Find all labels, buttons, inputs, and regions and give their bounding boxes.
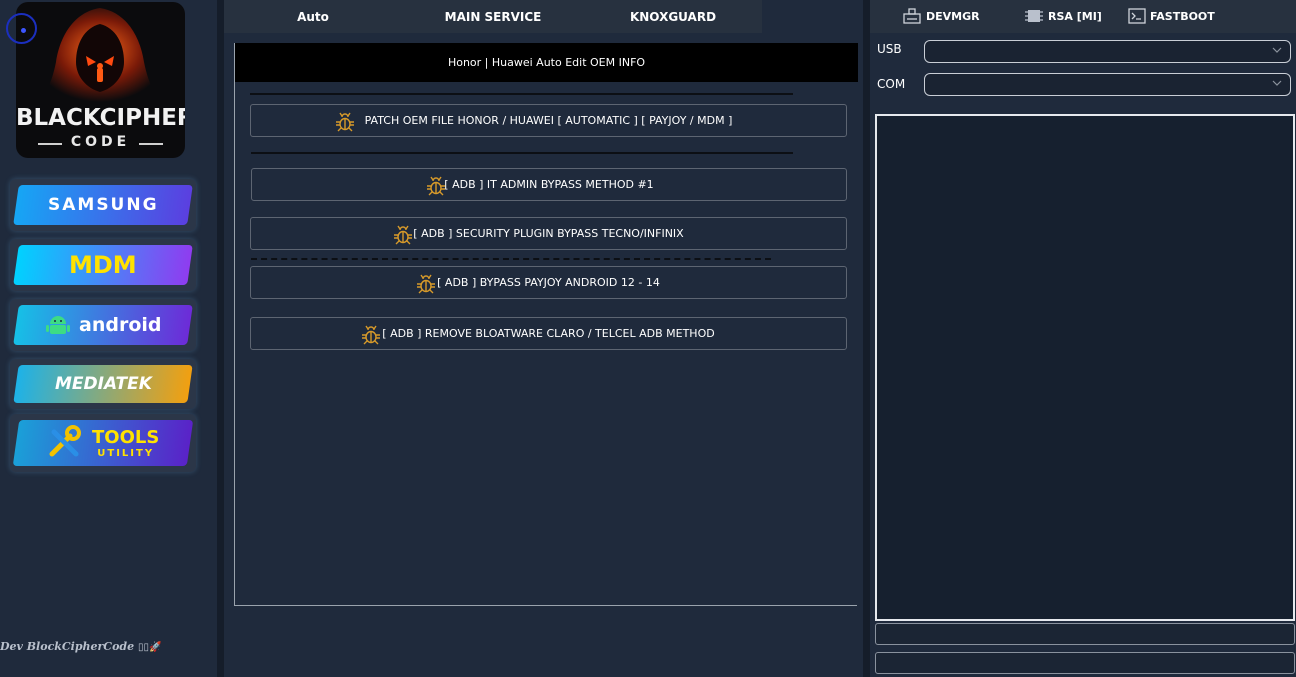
com-label: COM	[877, 77, 906, 91]
logo-rule-right	[139, 143, 163, 145]
progress-bar-secondary	[875, 652, 1295, 674]
oem-panel: Honor | Huawei Auto Edit OEM INFO PATCH …	[234, 43, 858, 606]
brand-samsung-label: SAMSUNG	[47, 195, 159, 215]
separator	[251, 152, 793, 154]
developer-credit-text: Dev BlockCipherCode	[0, 640, 135, 653]
it-admin-bypass-button[interactable]: [ ADB ] IT ADMIN BYPASS METHOD #1	[251, 168, 847, 201]
loading-spinner-dot	[21, 28, 26, 33]
tab-knoxguard[interactable]: KNOXGUARD	[584, 0, 762, 33]
devmgr-button[interactable]: DEVMGR	[902, 5, 980, 27]
tab-bar: Auto MAIN SERVICE KNOXGUARD	[224, 0, 762, 33]
rocket-icon: ▯▯🚀	[137, 642, 162, 653]
com-select[interactable]	[924, 73, 1291, 96]
rsa-mi-label: RSA [MI]	[1048, 9, 1102, 23]
bug-icon	[336, 112, 354, 132]
brand-mdm-face: MDM	[13, 245, 193, 285]
bug-icon	[394, 225, 412, 245]
android-robot-icon	[45, 316, 70, 334]
brand-button-samsung[interactable]: SAMSUNG	[10, 179, 196, 231]
brand-mediatek-face: MEDIATEK	[13, 365, 193, 403]
rsa-mi-button[interactable]: RSA [MI]	[1024, 5, 1102, 27]
brand-mediatek-label: MEDIATEK	[54, 374, 152, 394]
patch-oem-label: PATCH OEM FILE HONOR / HUAWEI [ AUTOMATI…	[364, 114, 733, 127]
chevron-down-icon	[1272, 47, 1282, 53]
brand-mdm-label: MDM	[69, 251, 137, 279]
brand-samsung-face: SAMSUNG	[13, 185, 193, 225]
fastboot-button[interactable]: FASTBOOT	[1128, 5, 1215, 27]
logo-title: BLACKCIPHER	[16, 105, 185, 131]
brand-android-label: android	[78, 314, 162, 336]
usb-label: USB	[877, 42, 902, 56]
tab-main-service[interactable]: MAIN SERVICE	[402, 0, 584, 33]
bypass-payjoy-label: [ ADB ] BYPASS PAYJOY ANDROID 12 - 14	[437, 276, 660, 289]
developer-credit: Dev BlockCipherCode ▯▯🚀	[0, 640, 217, 653]
panel-title: Honor | Huawei Auto Edit OEM INFO	[235, 43, 858, 82]
separator	[250, 93, 793, 95]
chip-icon	[1025, 10, 1043, 22]
fastboot-label: FASTBOOT	[1150, 9, 1215, 23]
brand-tools-text: TOOLS UTILITY	[92, 427, 159, 459]
bug-icon	[362, 325, 380, 345]
brand-button-tools-utility[interactable]: TOOLS UTILITY	[10, 414, 196, 472]
sidebar: BLACKCIPHER CODE SAMSUNG MDM android MED…	[0, 0, 217, 677]
bypass-payjoy-button[interactable]: [ ADB ] BYPASS PAYJOY ANDROID 12 - 14	[250, 266, 847, 299]
brand-tools-face: TOOLS UTILITY	[12, 420, 194, 466]
bug-icon	[427, 176, 445, 196]
tool-bar: DEVMGR RSA [MI] FASTBOOT	[870, 0, 1296, 33]
brand-utility-label: UTILITY	[97, 448, 155, 459]
usb-select[interactable]	[924, 40, 1291, 63]
terminal-icon	[1128, 8, 1146, 24]
brand-tools-label: TOOLS	[92, 427, 160, 448]
progress-bar-primary	[875, 623, 1295, 645]
right-divider	[863, 0, 870, 677]
security-plugin-bypass-label: [ ADB ] SECURITY PLUGIN BYPASS TECNO/INF…	[413, 227, 684, 240]
remove-bloatware-label: [ ADB ] REMOVE BLOATWARE CLARO / TELCEL …	[382, 327, 715, 340]
bug-icon	[417, 274, 435, 294]
log-output[interactable]	[875, 114, 1295, 621]
wrench-screwdriver-icon	[49, 425, 82, 457]
chevron-down-icon	[1272, 80, 1282, 86]
patch-oem-button[interactable]: PATCH OEM FILE HONOR / HUAWEI [ AUTOMATI…	[250, 104, 847, 137]
devmgr-label: DEVMGR	[926, 9, 980, 23]
dashed-separator	[251, 258, 771, 260]
logo-subtitle: CODE	[70, 134, 131, 150]
app-logo: BLACKCIPHER CODE	[16, 2, 185, 158]
it-admin-bypass-label: [ ADB ] IT ADMIN BYPASS METHOD #1	[444, 178, 654, 191]
loading-spinner-icon	[6, 13, 37, 44]
brand-button-mediatek[interactable]: MEDIATEK	[10, 359, 196, 409]
brand-android-face: android	[13, 305, 193, 345]
device-manager-icon	[903, 8, 921, 24]
brand-button-mdm[interactable]: MDM	[10, 239, 196, 291]
tab-auto[interactable]: Auto	[224, 0, 402, 33]
security-plugin-bypass-button[interactable]: [ ADB ] SECURITY PLUGIN BYPASS TECNO/INF…	[250, 217, 847, 250]
remove-bloatware-button[interactable]: [ ADB ] REMOVE BLOATWARE CLARO / TELCEL …	[250, 317, 847, 350]
brand-button-android[interactable]: android	[10, 299, 196, 351]
sidebar-divider	[217, 0, 224, 677]
